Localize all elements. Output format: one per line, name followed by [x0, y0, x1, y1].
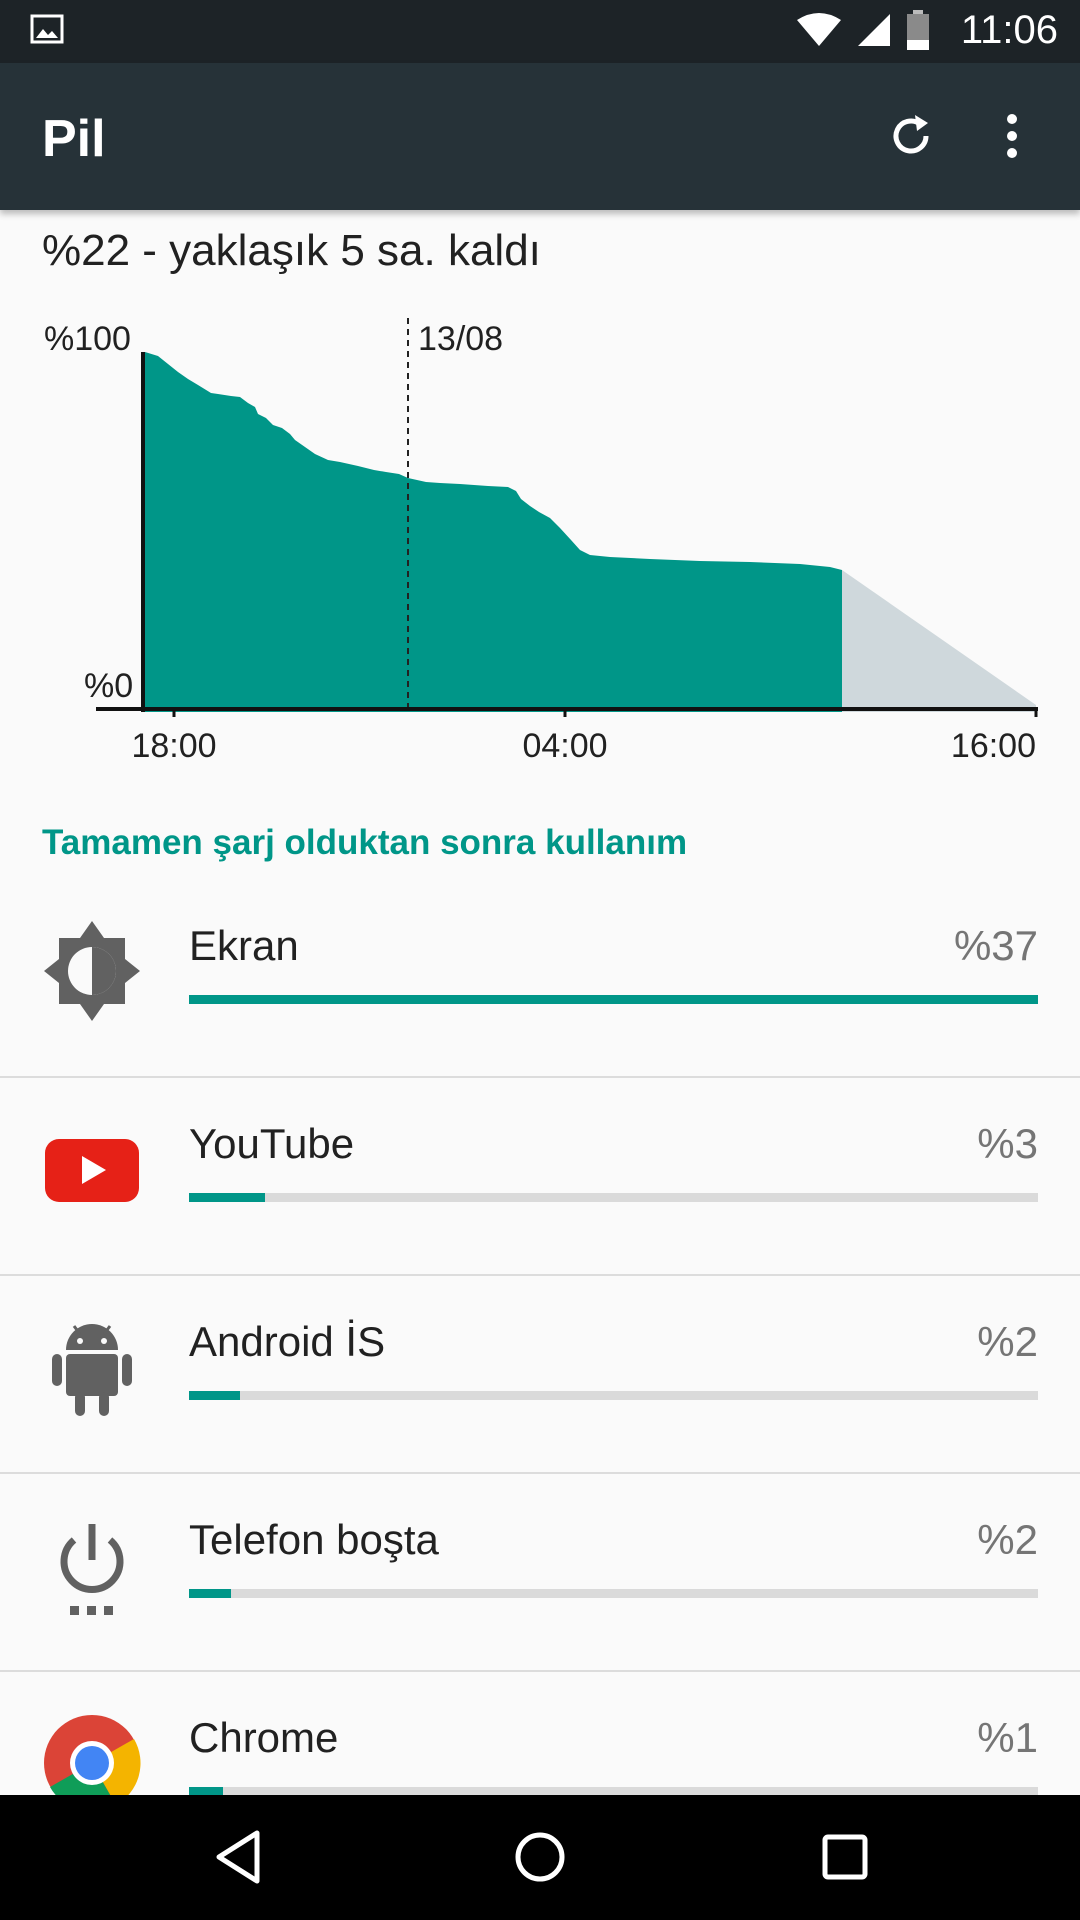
system-icons [796, 10, 930, 55]
android-icon [42, 1312, 142, 1422]
x-tick-label-2: 04:00 [522, 727, 607, 765]
page-title: Pil [42, 110, 106, 168]
usage-label: YouTube [189, 1120, 355, 1167]
usage-row-android-os[interactable]: Android İS %2 [0, 1276, 1080, 1474]
youtube-icon [42, 1114, 142, 1224]
usage-label: Ekran [189, 922, 299, 969]
app-bar: Pil [0, 63, 1080, 210]
usage-percent: %3 [977, 1120, 1038, 1167]
usage-section-header: Tamamen şarj olduktan sonra kullanım [42, 823, 688, 862]
usage-label: Telefon boşta [189, 1516, 439, 1563]
more-options-icon[interactable] [1006, 113, 1018, 164]
usage-bar-fill [189, 1391, 240, 1400]
home-icon[interactable] [513, 1827, 567, 1892]
navigation-bar [0, 1795, 1080, 1920]
usage-bar-fill [189, 995, 1038, 1004]
x-tick-label-3: 16:00 [951, 727, 1036, 765]
projection-area [842, 570, 1036, 712]
battery-history-chart: %100 %0 13/08 18:00 04:00 16:00 [44, 318, 1038, 765]
power-idle-icon [42, 1510, 142, 1620]
image-notification-icon [30, 14, 64, 49]
usage-percent: %2 [977, 1516, 1038, 1563]
usage-bar [189, 1193, 1038, 1202]
clock: 11:06 [960, 8, 1058, 52]
usage-row-phone-idle[interactable]: Telefon boşta %2 [0, 1474, 1080, 1672]
usage-percent: %37 [953, 922, 1038, 969]
date-marker-label: 13/08 [418, 320, 503, 358]
wifi-icon [796, 12, 842, 53]
usage-label: Chrome [189, 1714, 339, 1761]
cell-signal-icon [856, 12, 892, 53]
x-tick-label-1: 18:00 [131, 727, 216, 765]
y-min-label: %0 [84, 667, 133, 705]
y-max-label: %100 [44, 320, 131, 358]
battery-icon [906, 10, 930, 55]
battery-summary: %22 - yaklaşık 5 sa. kaldı [42, 226, 541, 275]
back-icon[interactable] [213, 1827, 263, 1892]
usage-row-ekran[interactable]: Ekran %37 [0, 880, 1080, 1078]
usage-percent: %1 [977, 1714, 1038, 1761]
recents-icon[interactable] [820, 1827, 870, 1892]
brightness-icon [42, 916, 142, 1026]
usage-bar [189, 1391, 1038, 1400]
usage-bar [189, 995, 1038, 1004]
refresh-icon[interactable] [886, 111, 936, 166]
usage-bar [189, 1589, 1038, 1598]
usage-label: Android İS [189, 1318, 386, 1365]
usage-bar-fill [189, 1193, 266, 1202]
usage-list: Ekran %37 YouTube %3 Android İS %2 Telef… [0, 880, 1080, 1870]
battery-level-area [145, 352, 842, 712]
status-bar: 11:06 [0, 0, 1080, 63]
usage-percent: %2 [977, 1318, 1038, 1365]
usage-bar-fill [189, 1589, 232, 1598]
usage-row-youtube[interactable]: YouTube %3 [0, 1078, 1080, 1276]
